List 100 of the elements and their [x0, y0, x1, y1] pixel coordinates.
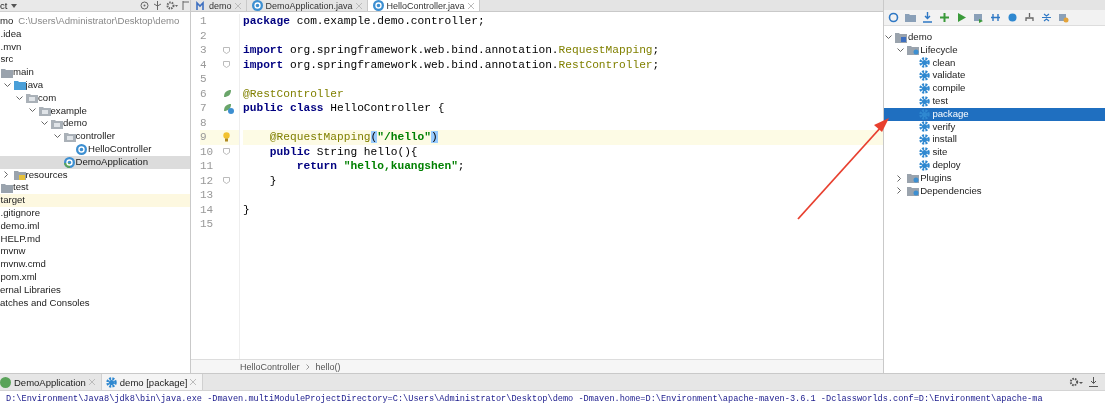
chevron-icon	[305, 363, 310, 370]
code-line: package com.example.demo.controller;	[243, 14, 485, 29]
editor-tab[interactable]: demo	[191, 0, 247, 11]
add-icon[interactable]	[939, 12, 950, 23]
line-number: 10	[200, 144, 214, 159]
tree-item[interactable]: mvnw	[0, 245, 190, 259]
tree-item[interactable]: .mvn	[0, 40, 190, 54]
tree-item[interactable]: resources	[0, 168, 190, 182]
tree-item[interactable]: demo	[884, 31, 1105, 44]
package-icon	[63, 131, 76, 142]
code-line: public String hello(){	[268, 144, 418, 159]
tree-item[interactable]: Lifecycle	[884, 43, 1105, 57]
tree-item[interactable]: verify	[884, 120, 1105, 134]
folder-icon	[907, 185, 920, 196]
fold-marker-icon[interactable]	[223, 46, 230, 54]
tree-item[interactable]: Dependencies	[884, 184, 1105, 198]
tree-item[interactable]: example	[0, 104, 190, 118]
tree-item[interactable]: java	[0, 79, 190, 92]
editor-tab[interactable]: HelloController.java	[367, 0, 480, 11]
tree-item[interactable]: com	[0, 91, 190, 105]
class-icon	[63, 156, 75, 168]
tree-item[interactable]: controller	[0, 130, 190, 143]
run-tab[interactable]: demo [package]	[101, 374, 204, 390]
gear-icon	[919, 134, 931, 146]
tree-item[interactable]: DemoApplication	[0, 155, 190, 169]
toggle-icon[interactable]	[990, 12, 1001, 23]
line-number: 5	[200, 72, 207, 87]
line-number: 7	[200, 101, 207, 116]
tree-item[interactable]: pom.xml	[0, 270, 190, 284]
lightbulb-icon[interactable]	[223, 132, 230, 143]
tree-item[interactable]: compile	[884, 82, 1105, 95]
code-line: @RestController	[243, 86, 344, 101]
tree-item[interactable]: atches and Consoles	[0, 296, 190, 310]
tree-item[interactable]: ernal Libraries	[0, 283, 190, 297]
gear-icon	[919, 108, 931, 120]
breadcrumb[interactable]: HelloController	[240, 361, 300, 372]
tree-item[interactable]: src	[0, 53, 190, 67]
hierarchy-icon[interactable]	[1024, 12, 1035, 23]
class-icon	[0, 376, 11, 388]
fold-marker-icon[interactable]	[223, 177, 230, 185]
tree-item[interactable]: clean	[884, 56, 1105, 70]
panel-title[interactable]: ct	[0, 0, 8, 11]
console-line: D:\Environment\Java8\jdk8\bin\java.exe -Dmaven.multiModuleProjectDirectory=C:\Users\Administrator\Desktop\demo -Dmaven.home=D:\Environment\apache-maven-3.6.1 -Dclassworlds.conf=D:\Environment\apache-ma	[5, 393, 1044, 404]
gear-icon	[919, 95, 931, 107]
folder-icon[interactable]	[905, 12, 916, 23]
editor-tab[interactable]: DemoApplication.java	[246, 0, 368, 11]
code-line: import org.springframework.web.bind.annotation.RequestMapping;	[243, 43, 660, 58]
tree-item[interactable]: Plugins	[884, 171, 1105, 185]
line-number: 9	[200, 130, 207, 145]
tree-item[interactable]: validate	[884, 69, 1105, 83]
folder-icon	[13, 80, 26, 91]
refresh-icon[interactable]	[888, 12, 899, 23]
tree-item[interactable]: HELP.md	[0, 232, 190, 246]
run-icon[interactable]	[956, 12, 967, 23]
line-number: 6	[200, 86, 207, 101]
gear-icon	[919, 159, 931, 171]
settings-icon[interactable]	[1069, 377, 1083, 387]
run-config-icon[interactable]	[973, 12, 984, 23]
tree-item[interactable]: demo	[0, 117, 190, 131]
tree-item[interactable]: demo.iml	[0, 219, 190, 233]
download-icon[interactable]	[922, 12, 933, 23]
code-line: }	[243, 202, 250, 217]
folder-icon	[907, 173, 920, 184]
line-number: 12	[200, 173, 214, 188]
breadcrumb[interactable]: hello()	[315, 361, 341, 372]
tree-item[interactable]: package	[884, 107, 1105, 121]
bean-icon[interactable]	[223, 89, 232, 99]
folder-icon	[1, 67, 13, 78]
fold-marker-icon[interactable]	[223, 148, 230, 156]
code-line: import org.springframework.web.bind.annotation.RestController;	[243, 57, 660, 72]
caret-icon[interactable]	[11, 3, 18, 8]
project-icon	[895, 31, 907, 43]
package-icon	[51, 118, 63, 129]
tree-item[interactable]: HelloController	[0, 142, 190, 156]
line-number: 13	[200, 188, 214, 203]
gear-icon	[919, 57, 931, 69]
tree-item[interactable]: deploy	[884, 158, 1105, 172]
gear-icon	[919, 121, 931, 133]
line-number: 1	[200, 14, 207, 29]
line-number: 8	[200, 115, 207, 130]
tree-item[interactable]: install	[884, 133, 1105, 147]
tree-item[interactable]: main	[0, 66, 190, 79]
tree-item[interactable]: mo C:\Users\Administrator\Desktop\demo	[0, 15, 190, 28]
tree-item[interactable]: site	[884, 146, 1105, 159]
target-icon[interactable]	[140, 1, 149, 10]
tree-item[interactable]: mvnw.cmd	[0, 258, 190, 271]
tree-item[interactable]: test	[0, 181, 190, 195]
fold-marker-icon[interactable]	[223, 61, 230, 69]
gear-icon	[105, 376, 117, 388]
tree-item[interactable]: test	[884, 95, 1105, 108]
line-number: 3	[200, 43, 207, 58]
line-number: 11	[200, 159, 214, 174]
settings-icon[interactable]	[166, 1, 178, 10]
tree-item[interactable]: .gitignore	[0, 206, 190, 220]
bean-icon[interactable]	[223, 102, 234, 114]
line-number: 15	[200, 217, 214, 232]
package-icon	[38, 105, 51, 116]
tree-item[interactable]: .idea	[0, 27, 190, 41]
tree-item[interactable]: target	[0, 194, 190, 207]
run-tab[interactable]: DemoApplication	[0, 374, 102, 390]
